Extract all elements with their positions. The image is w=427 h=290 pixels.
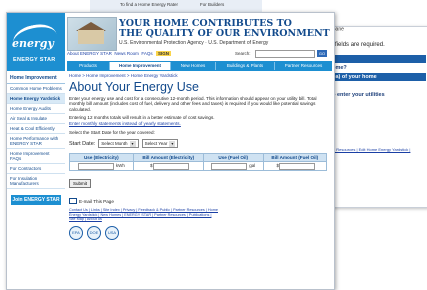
chevron-down-icon: ▾ [169, 140, 176, 147]
sidebar-item[interactable]: For Insulation Manufacturers [7, 174, 65, 189]
energy-star-logo[interactable]: energy ENERGY STAR [7, 13, 65, 71]
logo-word: energy [12, 37, 54, 50]
fueloil-bill-input[interactable] [279, 162, 316, 170]
sidebar-item[interactable]: Home Improvement FAQs [7, 149, 65, 164]
page-header-title: YOUR HOME CONTRIBUTES TO THE QUALITY OF … [119, 19, 330, 39]
page-title: About Your Energy Use [69, 80, 199, 94]
search-input[interactable] [255, 50, 315, 58]
col-header: Use (Fuel Oil) [202, 153, 264, 163]
footer-icons: EPA DOE USA [69, 225, 329, 240]
col-header: Use (Electricity) [69, 153, 134, 163]
sidebar-item[interactable]: Home Performance with ENERGY STAR [7, 134, 65, 149]
tab-home-improvement[interactable]: Home Improvement [110, 62, 171, 70]
doe-seal-icon[interactable]: DOE [87, 225, 101, 240]
content-area: Home > Home Improvement > Home Energy Ya… [69, 73, 329, 240]
note-text: Entering 12 months totals will result in… [69, 115, 329, 126]
unit-label: kWh [115, 163, 125, 169]
news-link[interactable]: News Room [114, 51, 139, 56]
footer-links[interactable]: Contact Us | Links | Site Index | Privac… [69, 208, 219, 222]
sidebar-item[interactable]: Home Energy Audits [7, 104, 65, 114]
col-header: Bill Amount (Fuel Oil) [262, 153, 328, 163]
year-select[interactable]: Select Year ▾ [141, 139, 179, 149]
electric-use-input[interactable] [77, 162, 114, 170]
note-body: Entering 12 months totals will result in… [69, 115, 215, 121]
tab-partner-resources[interactable]: Partner Resources [275, 62, 332, 70]
month-select-value: Select Month [101, 141, 128, 147]
about-link[interactable]: About ENERGY STAR [67, 51, 112, 56]
sidebar-item-yardstick[interactable]: Home Energy Yardstick [7, 94, 65, 104]
email-page-link[interactable]: E-mail This Page [69, 198, 329, 205]
intro-text: Enter your energy use and cost for a con… [69, 96, 317, 112]
house-photo [67, 17, 117, 51]
year-select-value: Select Year [144, 141, 168, 147]
epa-seal-icon[interactable]: EPA [69, 225, 83, 240]
unit-label: gal [249, 163, 256, 169]
search-go-button[interactable]: GO [317, 50, 327, 57]
envelope-icon [69, 198, 77, 205]
sidebar-item[interactable]: Common Home Problems [7, 84, 65, 94]
email-label: E-mail This Page [79, 198, 114, 204]
tab-buildings[interactable]: Buildings & Plants [216, 62, 275, 70]
monthly-link[interactable]: Enter monthly statements instead of year… [69, 121, 181, 126]
header-subtitle: U.S. Environmental Protection Agency · U… [119, 40, 269, 46]
select-label: Select the Start Date for the year cover… [69, 130, 155, 136]
col-header: Bill Amount (Electricity) [132, 153, 204, 163]
faqs-link[interactable]: FAQs [141, 51, 152, 56]
submit-button[interactable]: Submit [69, 179, 92, 189]
main-page: energy ENERGY STAR YOUR HOME CONTRIBUTES… [6, 12, 335, 290]
table-row: kWh $ gal $ [69, 161, 328, 172]
utility-bar: About ENERGY STAR News Room FAQs SIGN Se… [67, 50, 332, 59]
start-date-row: Start Date: Select Month ▾ Select Year ▾ [69, 139, 329, 149]
tab-products[interactable]: Products [67, 62, 110, 70]
main-nav: Products Home Improvement New Homes Buil… [67, 61, 332, 71]
fueloil-use-input[interactable] [211, 162, 248, 170]
tab-new-homes[interactable]: New Homes [171, 62, 216, 70]
house-shape [78, 30, 104, 44]
sidebar-item[interactable]: For Contractors [7, 164, 65, 174]
sidebar-item[interactable]: Heat & Cool Efficiently [7, 124, 65, 134]
builders-link[interactable]: For Builders [200, 2, 224, 7]
chevron-down-icon: ▾ [129, 140, 136, 147]
header-line2: THE QUALITY OF OUR ENVIRONMENT [119, 28, 330, 39]
usa-gov-icon[interactable]: USA [105, 225, 119, 240]
month-select[interactable]: Select Month ▾ [98, 139, 139, 149]
start-date-label: Start Date: [69, 140, 96, 147]
electric-bill-input[interactable] [152, 162, 189, 170]
sign-badge[interactable]: SIGN [155, 51, 171, 56]
usage-table: Use (Electricity) Bill Amount (Electrici… [69, 153, 328, 172]
search-label: Search: [235, 51, 251, 56]
sidebar-heading[interactable]: Home Improvement [7, 73, 65, 84]
sidebar: Home Improvement Common Home Problems Ho… [7, 73, 65, 205]
join-energy-star-button[interactable]: Join ENERGY STAR [11, 195, 61, 205]
sidebar-item[interactable]: Air Seal & Insulate [7, 114, 65, 124]
breadcrumb[interactable]: Home > Home Improvement > Home Energy Ya… [69, 73, 329, 78]
rater-link[interactable]: To find a Home Energy Rater [120, 2, 178, 7]
logo-brand: ENERGY STAR [13, 57, 56, 63]
